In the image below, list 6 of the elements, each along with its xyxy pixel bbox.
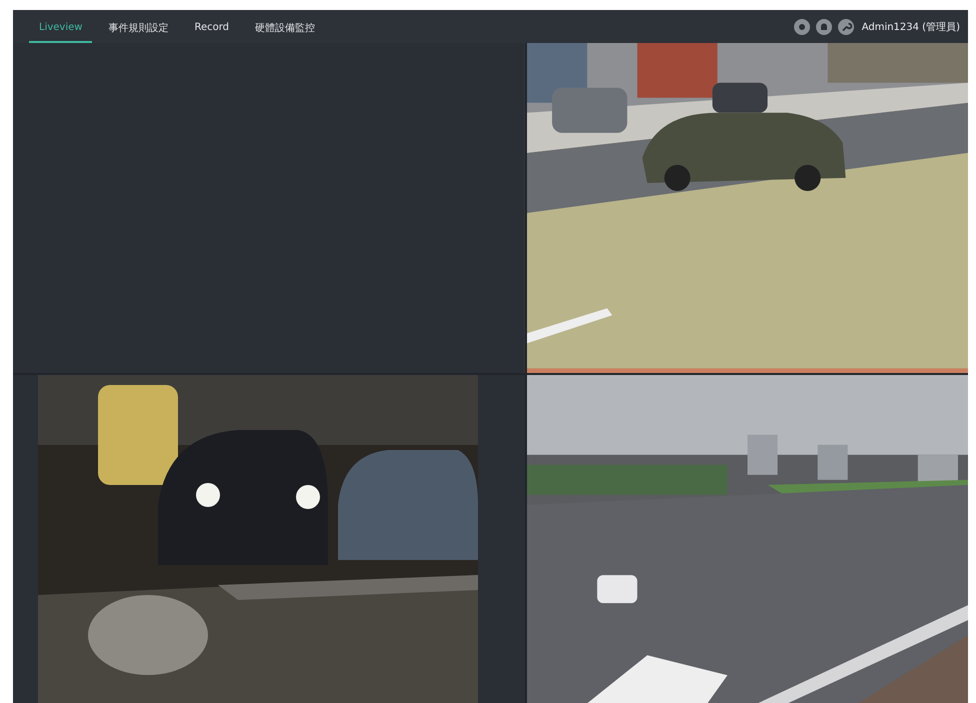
nav-tab[interactable]: Record — [184, 10, 240, 43]
bell-icon[interactable] — [816, 18, 832, 34]
nav-tab[interactable]: 事件規則設定 — [98, 10, 178, 43]
user-name[interactable]: Admin1234 (管理員) — [862, 20, 960, 34]
nav-tab[interactable]: 硬體設備監控 — [245, 10, 326, 43]
wrench-icon[interactable] — [838, 18, 854, 34]
